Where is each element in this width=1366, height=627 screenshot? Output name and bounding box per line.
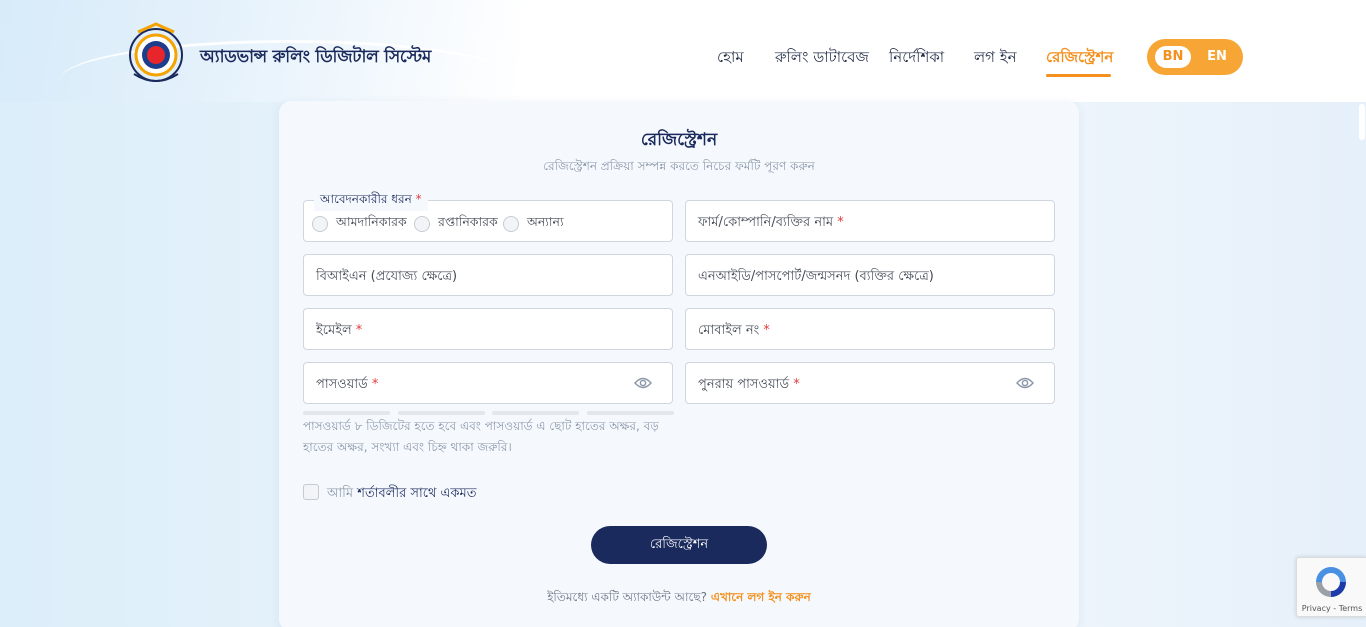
recaptcha-badge[interactable]: Privacy - Terms	[1296, 557, 1366, 617]
login-prompt: ইতিমধ্যে একটি অ্যাকাউন্ট আছে?	[547, 590, 707, 604]
terms-checkbox[interactable]	[303, 484, 319, 500]
terms-prefix: আমি	[327, 486, 354, 501]
radio-importer[interactable]: আমদানিকারক	[312, 214, 407, 234]
radio-label: আমদানিকারক	[336, 214, 407, 229]
radio-other[interactable]: অন্যান্য	[503, 214, 564, 234]
confirm-password-field[interactable]: পুনরায় পাসওয়ার্ড *	[685, 362, 1055, 404]
radio-circle[interactable]	[503, 216, 519, 232]
radio-label: রপ্তানিকারক	[438, 214, 498, 229]
password-strength-bar	[398, 411, 485, 415]
nav-guidelines[interactable]: নির্দেশিকা	[889, 46, 944, 71]
login-here-link[interactable]: এখানে লগ ইন করুন	[711, 590, 811, 604]
form-subtitle: রেজিস্ট্রেশন প্রক্রিয়া সম্পন্ন করতে নিচ…	[543, 159, 815, 173]
password-strength-bar	[492, 411, 579, 415]
email-field[interactable]: ইমেইল *	[303, 308, 673, 350]
radio-circle[interactable]	[414, 216, 430, 232]
password-field[interactable]: পাসওয়ার্ড *	[303, 362, 673, 404]
eye-icon[interactable]	[1016, 376, 1034, 390]
applicant-type-legend: আবেদনকারীর ধরন *	[314, 191, 428, 211]
register-button[interactable]: রেজিস্ট্রেশন	[591, 526, 767, 564]
mobile-field[interactable]: মোবাইল নং *	[685, 308, 1055, 350]
nid-field-label: এনআইডি/পাসপোর্ট/জন্মসনদ (ব্যক্তির ক্ষেত্…	[698, 269, 934, 284]
nav-registration[interactable]: রেজিস্ট্রেশন	[1046, 46, 1113, 71]
form-title: রেজিস্ট্রেশন	[640, 130, 718, 150]
password-hint: পাসওয়ার্ড ৮ ডিজিটের হতে হবে এবং পাসওয়া…	[303, 419, 659, 454]
bin-field[interactable]: বিআইএন (প্রযোজ্য ক্ষেত্রে)	[303, 254, 673, 296]
radio-label: অন্যান্য	[527, 214, 564, 229]
terms-agreement: আমি শর্তাবলীর সাথে একমত	[327, 484, 476, 505]
name-field[interactable]: ফার্ম/কোম্পানি/ব্যক্তির নাম *	[685, 200, 1055, 242]
login-prompt-line: ইতিমধ্যে একটি অ্যাকাউন্ট আছে? এখানে লগ ই…	[279, 589, 1079, 609]
password-strength-bar	[587, 411, 674, 415]
nid-field[interactable]: এনআইডি/পাসপোর্ট/জন্মসনদ (ব্যক্তির ক্ষেত্…	[685, 254, 1055, 296]
applicant-type-group: আবেদনকারীর ধরন * আমদানিকারক রপ্তানিকারক …	[303, 191, 673, 242]
mobile-field-label: মোবাইল নং *	[698, 323, 770, 338]
required-mark: *	[415, 192, 422, 206]
customs-logo[interactable]	[124, 22, 188, 88]
nav-home[interactable]: হোম	[717, 46, 744, 71]
password-field-label: পাসওয়ার্ড *	[316, 377, 379, 392]
scrollbar-track[interactable]	[1357, 102, 1366, 627]
lang-en-button[interactable]: EN	[1203, 46, 1231, 68]
recaptcha-icon	[1316, 567, 1346, 597]
nav-login[interactable]: লগ ইন	[974, 46, 1017, 71]
site-header: অ্যাডভান্স রুলিং ডিজিটাল সিস্টেম হোম রুল…	[0, 0, 1366, 102]
scrollbar-thumb[interactable]	[1359, 104, 1365, 140]
email-field-label: ইমেইল *	[316, 323, 363, 338]
confirm-password-field-label: পুনরায় পাসওয়ার্ড *	[698, 377, 800, 392]
recaptcha-links[interactable]: Privacy - Terms	[1297, 604, 1366, 613]
eye-icon[interactable]	[634, 376, 652, 390]
password-strength-bar	[303, 411, 390, 415]
registration-card: রেজিস্ট্রেশন রেজিস্ট্রেশন প্রক্রিয়া সম্…	[279, 101, 1079, 627]
brand-title: অ্যাডভান্স রুলিং ডিজিটাল সিস্টেম	[200, 47, 432, 67]
language-toggle[interactable]: BN EN	[1147, 39, 1243, 75]
name-field-label: ফার্ম/কোম্পানি/ব্যক্তির নাম *	[698, 215, 844, 230]
radio-circle[interactable]	[312, 216, 328, 232]
bin-field-label: বিআইএন (প্রযোজ্য ক্ষেত্রে)	[316, 269, 458, 284]
radio-exporter[interactable]: রপ্তানিকারক	[414, 214, 498, 234]
lang-bn-button[interactable]: BN	[1155, 46, 1191, 68]
terms-link[interactable]: শর্তাবলীর সাথে একমত	[357, 486, 476, 501]
applicant-type-label: আবেদনকারীর ধরন	[320, 192, 412, 206]
nav-ruling-database[interactable]: রুলিং ডাটাবেজ	[775, 46, 869, 71]
nav-active-indicator	[1046, 74, 1111, 77]
